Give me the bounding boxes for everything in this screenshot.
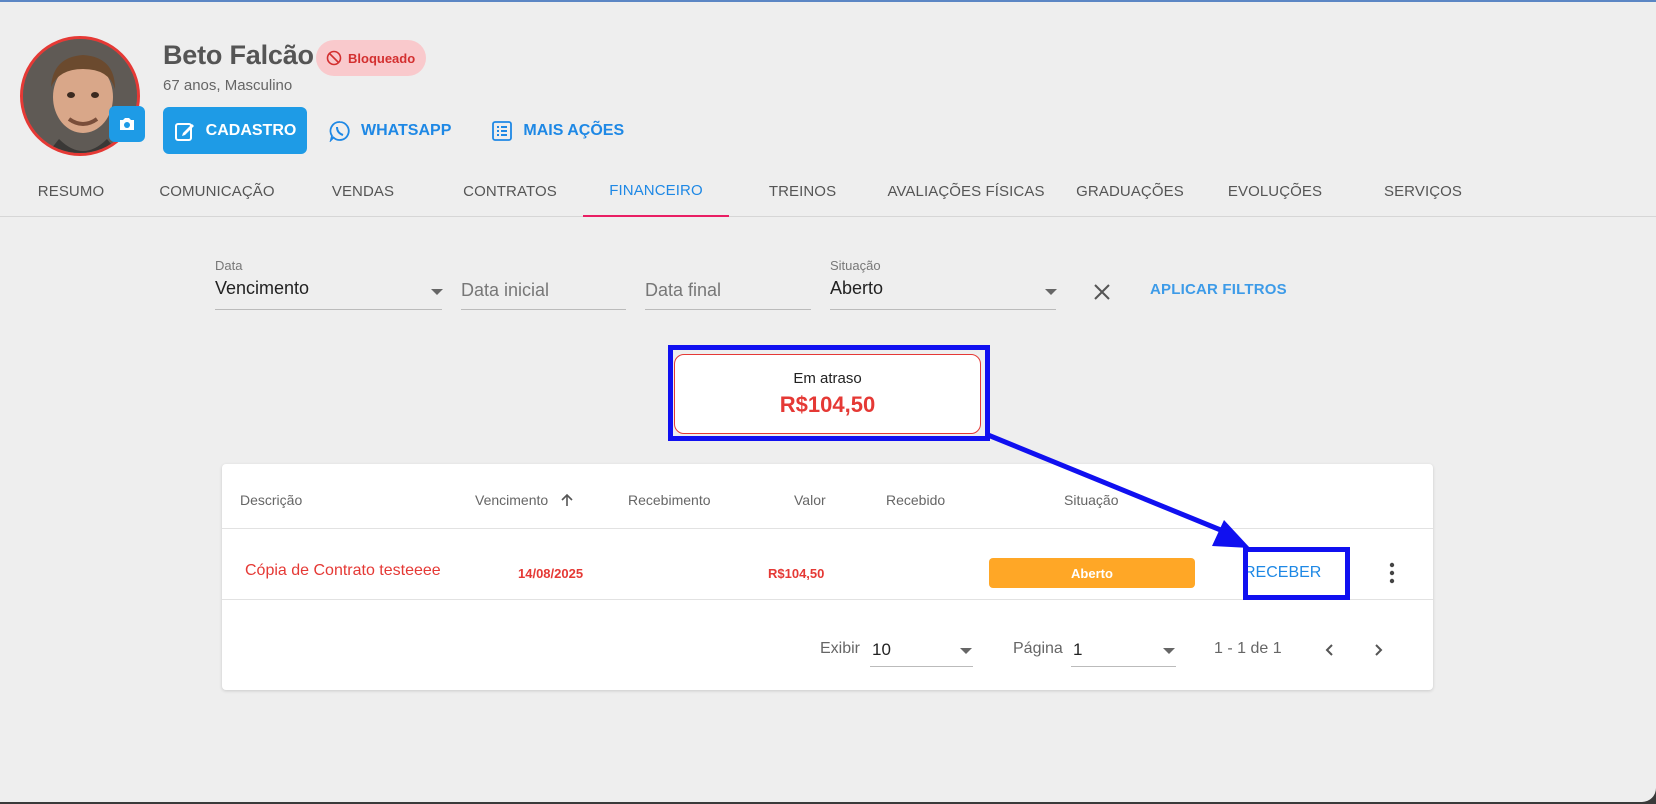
annotation-arrow (987, 432, 1250, 548)
app-window: Beto Falcão Bloqueado 67 anos, Masculino… (0, 0, 1656, 802)
